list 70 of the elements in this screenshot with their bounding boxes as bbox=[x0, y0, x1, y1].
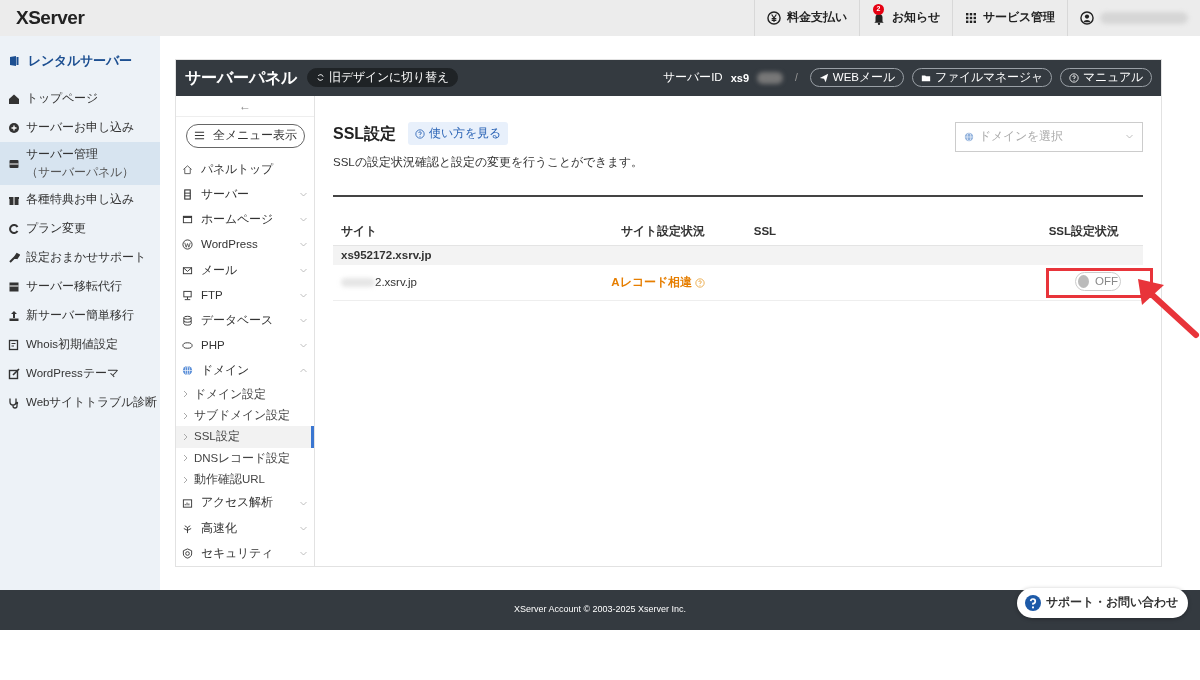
menu-item[interactable]: 高速化 bbox=[176, 515, 314, 541]
all-menu-button[interactable]: 全メニュー表示 bbox=[185, 123, 305, 148]
menu-item[interactable]: セキュリティ bbox=[176, 540, 314, 566]
sidebar-item[interactable]: 設定おまかせサポート bbox=[0, 243, 160, 272]
sidebar-item[interactable]: プラン変更 bbox=[0, 214, 160, 243]
submenu-item[interactable]: 動作確認URL bbox=[176, 469, 314, 491]
sidebar-title: レンタルサーバー bbox=[28, 52, 132, 71]
submenu-item[interactable]: サブドメイン設定 bbox=[176, 404, 314, 427]
separator: / bbox=[795, 71, 798, 86]
copyright: XServer Account © 2003-2025 Xserver Inc. bbox=[513, 603, 687, 617]
sidebar-item[interactable]: 新サーバー簡単移行 bbox=[0, 301, 160, 330]
menu-item[interactable]: PHP bbox=[176, 333, 314, 359]
sidebar-item[interactable]: WordPressテーマ bbox=[0, 359, 160, 388]
menu-item[interactable]: WordPress bbox=[176, 232, 314, 258]
chevron-icon bbox=[299, 316, 308, 325]
chevron-icon bbox=[182, 475, 189, 484]
page-description: SSLの設定状況確認と設定の変更を行うことができます。 bbox=[333, 154, 644, 170]
support-button[interactable]: サポート・お問い合わせ bbox=[1017, 588, 1188, 618]
group-name: xs952172.xsrv.jp bbox=[341, 248, 432, 261]
yen-icon bbox=[767, 11, 781, 25]
submenu-item[interactable]: ドメイン設定 bbox=[176, 383, 314, 405]
submenu-item[interactable]: SSL設定 bbox=[176, 426, 314, 448]
menu-item[interactable]: パネルトップ bbox=[176, 156, 314, 182]
grid-icon bbox=[965, 12, 977, 24]
chevron-icon bbox=[182, 390, 189, 399]
sidebar-item[interactable]: サーバーお申し込み bbox=[0, 113, 160, 142]
help-icon bbox=[1069, 72, 1079, 83]
ssl-toggle[interactable]: OFF bbox=[1075, 271, 1121, 291]
sidebar-item[interactable]: 各種特典お申し込み bbox=[0, 185, 160, 214]
server-id: xs9 bbox=[730, 70, 749, 86]
help-icon bbox=[1025, 595, 1041, 611]
menu-item[interactable]: FTP bbox=[176, 282, 314, 308]
menu-item[interactable]: ホームページ bbox=[176, 207, 314, 233]
column-header: SSL設定状況 bbox=[1048, 225, 1119, 238]
sidebar-item[interactable]: サーバー管理 （サーバーパネル） bbox=[0, 142, 160, 185]
refresh-icon bbox=[316, 73, 325, 83]
menu-item[interactable]: データベース bbox=[176, 307, 314, 334]
site-domain: 2.xsrv.jp bbox=[375, 275, 417, 288]
redacted-domain bbox=[341, 278, 375, 288]
column-header: サイト設定状況 bbox=[620, 225, 705, 238]
sidebar-item[interactable]: トップページ bbox=[0, 84, 160, 113]
chevron-icon bbox=[182, 432, 189, 441]
help-icon bbox=[694, 277, 705, 288]
chevron-icon bbox=[182, 454, 189, 463]
top-nav-item[interactable]: サービス管理 bbox=[952, 0, 1067, 36]
logo[interactable]: XServer bbox=[0, 3, 85, 33]
user-icon bbox=[1080, 11, 1094, 25]
menu-item[interactable]: メール bbox=[176, 257, 314, 283]
design-switch-button[interactable]: 旧デザインに切り替え bbox=[307, 68, 458, 88]
globe-icon bbox=[964, 131, 974, 142]
column-header: サイト bbox=[341, 225, 377, 238]
help-icon bbox=[415, 128, 426, 139]
panel-title: サーバーパネル bbox=[185, 67, 297, 88]
submenu-item[interactable]: DNSレコード設定 bbox=[176, 447, 314, 470]
chevron-icon bbox=[182, 411, 189, 420]
menu-item[interactable]: アクセス解析 bbox=[176, 490, 314, 516]
sidebar-item[interactable]: サーバー移転代行 bbox=[0, 272, 160, 301]
back-button[interactable]: ← bbox=[239, 99, 251, 112]
sidebar-item[interactable]: Webサイトトラブル診断 bbox=[0, 388, 160, 417]
redacted-server-id bbox=[757, 71, 783, 84]
menu-item[interactable]: ドメイン bbox=[176, 358, 314, 384]
top-nav-item[interactable]: 料金支払い bbox=[754, 0, 859, 36]
column-header: SSL bbox=[753, 225, 777, 238]
paper-plane-icon bbox=[818, 72, 829, 83]
menu-item[interactable]: サーバー bbox=[176, 182, 314, 208]
site-status: Aレコード相違 bbox=[611, 275, 692, 288]
help-button[interactable]: 使い方を見る bbox=[408, 122, 509, 146]
server-id-label: サーバーID bbox=[663, 70, 723, 86]
page-title: SSL設定 bbox=[333, 123, 397, 144]
sidebar-item[interactable]: Whois初期値設定 bbox=[0, 330, 160, 359]
